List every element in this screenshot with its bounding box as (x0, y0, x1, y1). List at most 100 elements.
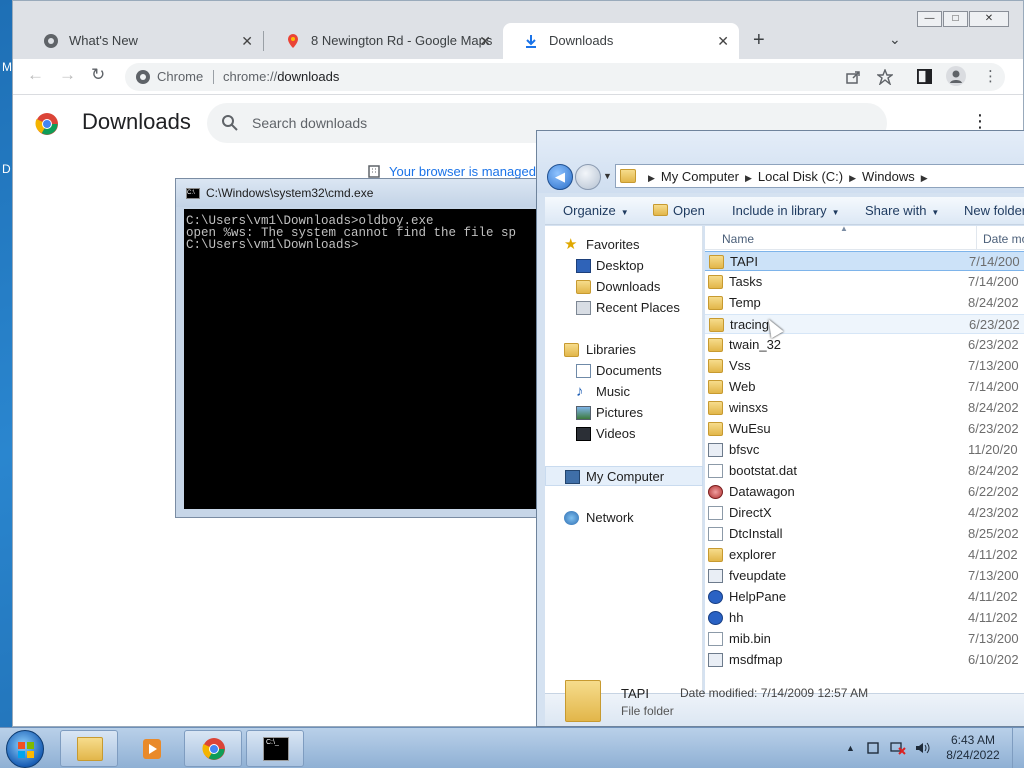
executable-icon (708, 569, 723, 583)
close-window-button[interactable]: ✕ (969, 11, 1009, 27)
date-column-header[interactable]: Date mo (983, 232, 1024, 246)
close-tab-icon[interactable]: ✕ (717, 23, 729, 59)
show-hidden-icons-chevron-icon[interactable]: ▲ (846, 743, 855, 753)
taskbar-explorer-button[interactable] (60, 730, 118, 767)
recent-pages-chevron-icon[interactable]: ▼ (603, 171, 612, 181)
nav-recent-places[interactable]: Recent Places (545, 298, 703, 318)
column-divider[interactable] (976, 226, 977, 250)
back-arrow-icon[interactable]: ◀ (547, 164, 573, 190)
file-row[interactable]: msdfmap 6/10/202 (705, 650, 1024, 670)
file-row[interactable]: fveupdate 7/13/200 (705, 566, 1024, 586)
close-tab-icon[interactable]: ✕ (479, 23, 491, 59)
file-row[interactable]: DirectX 4/23/202 (705, 503, 1024, 523)
organize-button[interactable]: Organize ▼ (563, 203, 629, 218)
new-tab-button[interactable]: + (753, 29, 765, 52)
breadcrumb-arrow-icon[interactable]: ▶ (849, 173, 856, 183)
tab-whats-new[interactable]: What's New ✕ (23, 23, 263, 59)
forward-button[interactable]: → (59, 65, 76, 85)
file-row[interactable]: winsxs 8/24/202 (705, 398, 1024, 418)
tab-search-chevron-icon[interactable]: ⌄ (889, 31, 901, 48)
chrome-icon (44, 34, 58, 48)
action-center-flag-icon[interactable] (866, 741, 880, 755)
file-name: WuEsu (729, 421, 771, 436)
profile-avatar-icon[interactable] (946, 66, 966, 86)
name-column-header[interactable]: Name (722, 232, 754, 246)
console-output[interactable]: C:\Users\vm1\Downloads>oldboy.exe open %w… (184, 209, 548, 509)
forward-arrow-icon[interactable] (575, 164, 601, 190)
taskbar-cmd-button[interactable]: C:\_ (246, 730, 304, 767)
taskbar-media-player-button[interactable] (122, 730, 180, 767)
nav-network[interactable]: Network (545, 508, 703, 528)
open-button[interactable]: Open (653, 203, 705, 218)
nav-libraries[interactable]: Libraries (545, 340, 703, 360)
taskbar-chrome-button[interactable] (184, 730, 242, 767)
bookmark-star-icon[interactable] (877, 69, 893, 85)
nav-documents[interactable]: Documents (545, 361, 703, 381)
breadcrumb-item[interactable]: Local Disk (C:) (758, 169, 843, 184)
chrome-menu-icon[interactable]: ⋮ (983, 67, 998, 85)
share-label: Share with (865, 203, 927, 218)
file-row[interactable]: mib.bin 7/13/200 (705, 629, 1024, 649)
file-row[interactable]: twain_32 6/23/202 (705, 335, 1024, 355)
file-row[interactable]: bfsvc 11/20/20 (705, 440, 1024, 460)
nav-favorites[interactable]: ★ Favorites (545, 235, 703, 255)
breadcrumb-item[interactable]: Windows (862, 169, 915, 184)
file-row[interactable]: Web 7/14/200 (705, 377, 1024, 397)
chevron-down-icon: ▼ (620, 208, 629, 217)
nav-videos[interactable]: Videos (545, 424, 703, 444)
maximize-button[interactable]: □ (943, 11, 968, 27)
file-row[interactable]: tracing 6/23/202 (705, 314, 1024, 334)
file-row[interactable]: HelpPane 4/11/202 (705, 587, 1024, 607)
tab-google-maps[interactable]: 8 Newington Rd - Google Maps ✕ (265, 23, 501, 59)
nav-my-computer[interactable]: My Computer (545, 466, 703, 486)
address-bar[interactable]: Chrome chrome://downloads (125, 63, 1005, 91)
origin-label: Chrome (157, 69, 204, 84)
managed-notice[interactable]: Your browser is managed (367, 164, 536, 179)
nav-music[interactable]: ♪ Music (545, 382, 703, 402)
include-in-library-button[interactable]: Include in library ▼ (732, 203, 840, 218)
breadcrumb-item[interactable]: My Computer (661, 169, 739, 184)
file-name: bootstat.dat (729, 463, 797, 478)
file-row[interactable]: DtcInstall 8/25/202 (705, 524, 1024, 544)
system-clock[interactable]: 6:43 AM 8/24/2022 (940, 733, 1006, 763)
file-row[interactable]: Vss 7/13/200 (705, 356, 1024, 376)
nav-pictures[interactable]: Pictures (545, 403, 703, 423)
breadcrumb-arrow-icon[interactable]: ▶ (745, 173, 752, 183)
file-name: Vss (729, 358, 751, 373)
share-icon[interactable] (845, 69, 861, 85)
tab-strip: What's New ✕ 8 Newington Rd - Google Map… (13, 1, 1023, 59)
taskbar: C:\_ ▲ 6:43 AM 8/24/2022 (0, 727, 1024, 768)
file-row[interactable]: Tasks 7/14/200 (705, 272, 1024, 292)
file-row[interactable]: hh 4/11/202 (705, 608, 1024, 628)
file-row[interactable]: bootstat.dat 8/24/202 (705, 461, 1024, 481)
explorer-address-bar[interactable]: ▶ My Computer ▶ Local Disk (C:) ▶ Windows ▶ (615, 164, 1024, 188)
show-desktop-button[interactable] (1012, 728, 1024, 768)
close-tab-icon[interactable]: ✕ (241, 23, 253, 59)
nav-desktop[interactable]: Desktop (545, 256, 703, 276)
cmd-title-bar[interactable]: C:\ C:\Windows\system32\cmd.exe (176, 179, 554, 207)
side-panel-icon[interactable] (917, 69, 932, 84)
file-row[interactable]: explorer 4/11/202 (705, 545, 1024, 565)
selected-item-type: File folder (621, 704, 674, 718)
volume-icon[interactable] (914, 741, 930, 755)
file-row[interactable]: TAPI 7/14/200 (705, 251, 1024, 271)
file-name: winsxs (729, 400, 769, 415)
tab-downloads[interactable]: Downloads ✕ (503, 23, 739, 59)
chevron-down-icon: ▼ (831, 208, 840, 217)
breadcrumb-arrow-icon[interactable]: ▶ (648, 173, 655, 183)
network-status-icon[interactable] (890, 741, 906, 755)
minimize-button[interactable]: — (917, 11, 942, 27)
file-row[interactable]: WuEsu 6/23/202 (705, 419, 1024, 439)
new-folder-button[interactable]: New folder (964, 203, 1024, 218)
share-with-button[interactable]: Share with ▼ (865, 203, 939, 218)
start-button[interactable] (6, 730, 44, 768)
more-actions-menu-icon[interactable]: ⋮ (971, 111, 989, 132)
managed-notice-link[interactable]: Your browser is managed (389, 164, 536, 179)
file-row[interactable]: Temp 8/24/202 (705, 293, 1024, 313)
breadcrumb-arrow-icon[interactable]: ▶ (921, 173, 928, 183)
chrome-icon (202, 738, 225, 760)
reload-button[interactable]: ↻ (91, 65, 105, 85)
file-row[interactable]: Datawagon 6/22/202 (705, 482, 1024, 502)
back-button[interactable]: ← (27, 65, 44, 85)
nav-downloads[interactable]: Downloads (545, 277, 703, 297)
